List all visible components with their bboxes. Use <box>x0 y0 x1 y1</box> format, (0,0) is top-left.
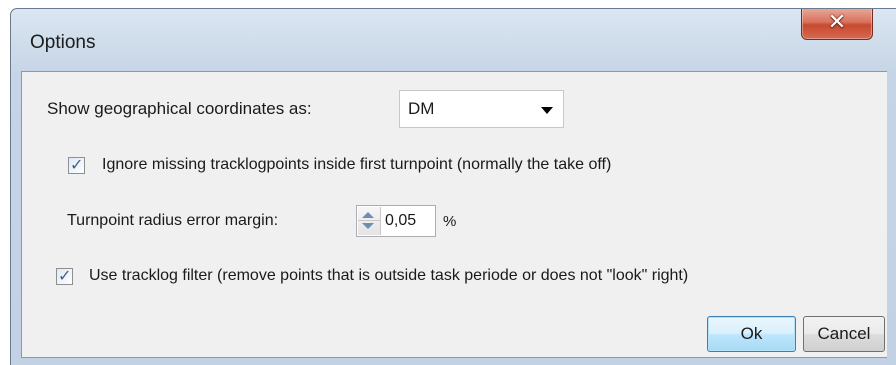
tracklog-filter-checkbox[interactable]: ✓ <box>56 266 73 285</box>
close-icon: ✕ <box>827 10 847 35</box>
coordinates-label: Show geographical coordinates as: <box>47 99 312 118</box>
check-icon: ✓ <box>58 266 72 285</box>
arrow-up-icon[interactable] <box>362 212 374 218</box>
ok-button[interactable]: Ok <box>707 316 796 352</box>
options-dialog: Options ✕ Show geographical coordinates … <box>10 8 896 365</box>
ignore-missing-label: Ignore missing tracklogpoints inside fir… <box>102 156 612 173</box>
coordinates-format-value: DM <box>408 99 435 118</box>
cancel-button[interactable]: Cancel <box>803 316 885 352</box>
radius-margin-label: Turnpoint radius error margin: <box>67 212 279 229</box>
arrow-down-icon[interactable] <box>362 223 374 229</box>
dialog-title: Options <box>30 32 96 53</box>
tracklog-filter-label: Use tracklog filter (remove points that … <box>89 267 689 284</box>
chevron-down-icon <box>541 107 553 114</box>
radius-margin-unit: % <box>443 213 457 230</box>
radius-margin-value[interactable]: 0,05 <box>385 212 416 230</box>
coordinates-format-select[interactable]: DM <box>399 90 564 128</box>
stepper-buttons[interactable] <box>358 207 381 235</box>
check-icon: ✓ <box>70 155 84 174</box>
radius-margin-stepper[interactable]: 0,05 <box>356 205 436 237</box>
ignore-missing-checkbox[interactable]: ✓ <box>68 155 85 174</box>
close-button[interactable]: ✕ <box>801 9 873 40</box>
dialog-content: Show geographical coordinates as: DM ✓ I… <box>21 71 887 358</box>
title-bar[interactable]: Options ✕ <box>11 9 896 65</box>
